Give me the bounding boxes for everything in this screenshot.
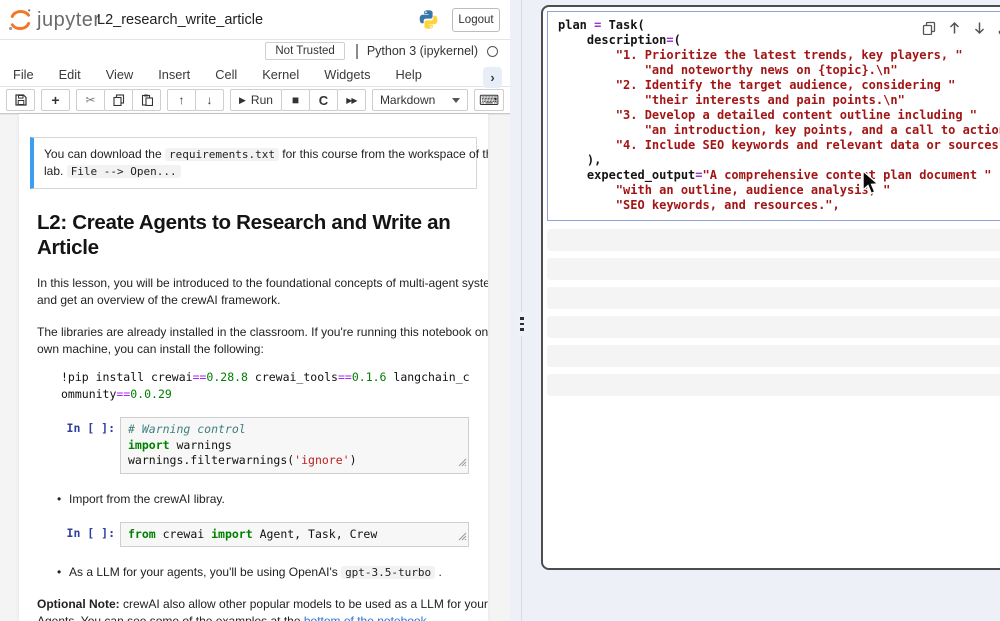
menu-bar: File Edit View Insert Cell Kernel Widget… xyxy=(0,62,510,87)
menu-cell[interactable]: Cell xyxy=(215,67,237,82)
arrow-up-icon[interactable] xyxy=(948,21,961,35)
scissors-icon: ✂ xyxy=(85,93,95,107)
download-callout: You can download the requirements.txt fo… xyxy=(30,137,477,189)
notebook-content: You can download the requirements.txt fo… xyxy=(19,114,488,621)
paste-icon xyxy=(141,94,153,106)
save-button[interactable] xyxy=(6,89,35,111)
fast-forward-icon: ▶▶ xyxy=(346,96,356,105)
kernel-divider xyxy=(356,44,358,59)
install-paragraph: The libraries are already installed in t… xyxy=(37,324,480,358)
task-code: plan = Task( description=( "1. Prioritiz… xyxy=(558,18,1000,213)
play-icon: ▶ xyxy=(239,95,246,106)
bullet-list-llm: As a LLM for your agents, you'll be usin… xyxy=(19,564,480,581)
code-actions xyxy=(922,21,1000,35)
intro-paragraph: In this lesson, you will be introduced t… xyxy=(37,275,480,309)
faded-content-rows xyxy=(547,229,1000,403)
run-button[interactable]: ▶ Run xyxy=(230,89,282,111)
kernel-status-icon xyxy=(487,46,498,57)
resize-grip-icon[interactable] xyxy=(458,456,467,472)
menu-insert[interactable]: Insert xyxy=(158,67,190,82)
copy-cell-button[interactable] xyxy=(104,89,133,111)
menu-widgets[interactable]: Widgets xyxy=(324,67,370,82)
arrow-down-icon[interactable] xyxy=(973,21,986,35)
code-snippet-box[interactable]: plan = Task( description=( "1. Prioritiz… xyxy=(547,11,1000,221)
chevron-down-icon xyxy=(452,98,460,103)
pane-divider xyxy=(521,0,522,621)
copy-icon[interactable] xyxy=(922,21,936,35)
menu-kernel[interactable]: Kernel xyxy=(262,67,299,82)
keyboard-icon: ⌨ xyxy=(479,92,499,109)
status-row: Not Trusted Python 3 (ipykernel) xyxy=(0,40,510,62)
trust-badge[interactable]: Not Trusted xyxy=(265,42,344,60)
list-item: Import from the crewAI libray. xyxy=(69,491,480,507)
kernel-name: Python 3 (ipykernel) xyxy=(367,44,478,58)
jupyter-logo-text: jupyter xyxy=(37,9,101,32)
page-title: L2: Create Agents to Research and Write … xyxy=(37,210,480,260)
cell-prompt: In [ ]: xyxy=(19,417,120,474)
add-cell-button[interactable]: + xyxy=(41,89,70,111)
pip-install-code: !pip install crewai==0.28.8 crewai_tools… xyxy=(61,369,480,402)
jupyter-logo-icon xyxy=(8,7,32,33)
restart-run-all-button[interactable]: ▶▶ xyxy=(337,89,366,111)
save-icon xyxy=(15,94,27,106)
code-cell-warning[interactable]: In [ ]: # Warning controlimport warnings… xyxy=(19,417,469,474)
stop-icon: ■ xyxy=(292,93,299,107)
header: jupyter L2_research_write_article Logout xyxy=(0,0,510,40)
menu-help[interactable]: Help xyxy=(396,67,422,82)
move-cell-up-button[interactable]: ↑ xyxy=(167,89,196,111)
run-label: Run xyxy=(251,93,273,107)
paste-cell-button[interactable] xyxy=(132,89,161,111)
cell-input[interactable]: from crewai import Agent, Task, Crew xyxy=(120,522,469,548)
jupyter-logo[interactable]: jupyter xyxy=(8,7,101,33)
notebook-title[interactable]: L2_research_write_article xyxy=(97,12,263,28)
code-cell-import[interactable]: In [ ]: from crewai import Agent, Task, … xyxy=(19,522,469,548)
cell-prompt: In [ ]: xyxy=(19,522,120,548)
python-logo-icon xyxy=(418,9,439,35)
list-item: As a LLM for your agents, you'll be usin… xyxy=(69,564,480,581)
restart-kernel-button[interactable]: C xyxy=(309,89,338,111)
stop-button[interactable]: ■ xyxy=(281,89,310,111)
reference-code-panel: plan = Task( description=( "1. Prioritiz… xyxy=(541,5,1000,570)
menu-view[interactable]: View xyxy=(106,67,134,82)
menu-edit[interactable]: Edit xyxy=(59,67,81,82)
command-palette-button[interactable]: ⌨ xyxy=(474,89,504,111)
notebook-pane: jupyter L2_research_write_article Logout… xyxy=(0,0,510,621)
toolbar: + ✂ ↑ ↓ ▶ Run ■ C ▶▶ Markdown ⌨ xyxy=(0,87,510,114)
logout-button[interactable]: Logout xyxy=(452,8,500,32)
copy-icon xyxy=(113,94,125,106)
restart-icon: C xyxy=(319,93,328,108)
menu-file[interactable]: File xyxy=(13,67,34,82)
divider-drag-handle[interactable] xyxy=(517,312,526,336)
optional-note: Optional Note: crewAI also allow other p… xyxy=(37,596,480,621)
bullet-list-import: Import from the crewAI libray. xyxy=(19,491,480,507)
pane-expander-button[interactable]: › xyxy=(483,67,502,88)
cell-type-value: Markdown xyxy=(380,93,435,107)
cell-type-select[interactable]: Markdown xyxy=(372,89,468,111)
resize-grip-icon[interactable] xyxy=(458,530,467,546)
move-cell-down-button[interactable]: ↓ xyxy=(195,89,224,111)
cut-cell-button[interactable]: ✂ xyxy=(76,89,105,111)
cell-input[interactable]: # Warning controlimport warningswarnings… xyxy=(120,417,469,474)
mouse-cursor xyxy=(860,170,884,201)
